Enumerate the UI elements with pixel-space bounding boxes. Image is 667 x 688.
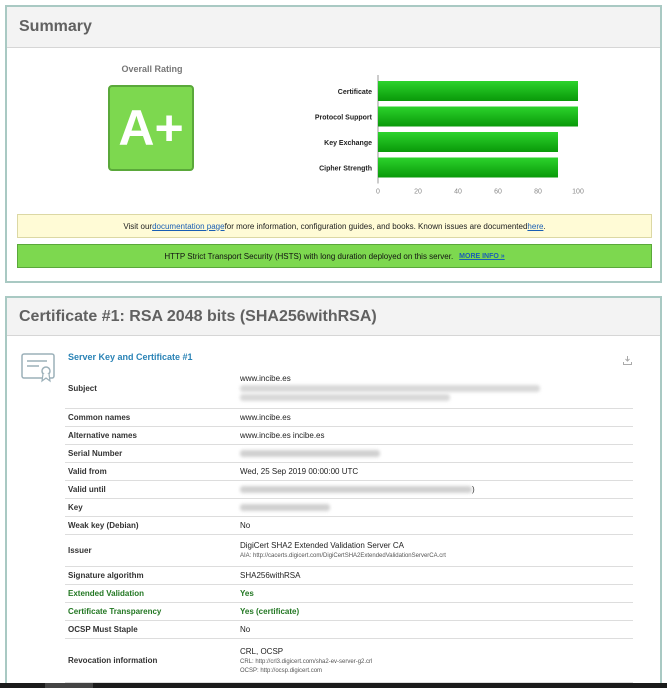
chart-tick-label: 40 (454, 189, 462, 196)
chart-bar (378, 157, 558, 178)
row-label: Alternative names (65, 426, 238, 445)
chart-category-label: Protocol Support (315, 115, 373, 122)
chart-bar (378, 106, 578, 127)
row-value: No (238, 516, 633, 535)
redacted-text (240, 394, 450, 402)
row-label: Serial Number (65, 444, 238, 463)
row-value: Wed, 25 Sep 2019 00:00:00 UTC (238, 462, 633, 481)
certificate-details-table: Subject www.incibe.es Common names www.i… (65, 370, 633, 683)
row-key: Key (65, 498, 633, 517)
row-label: Certificate Transparency (65, 602, 238, 621)
row-issuer: Issuer DigiCert SHA2 Extended Validation… (65, 534, 633, 567)
chart-category-label: Certificate (338, 89, 372, 96)
certificate-icon (21, 353, 55, 383)
notice-text-after: . (543, 221, 546, 231)
row-label: Weak key (Debian) (65, 516, 238, 535)
known-issues-link[interactable]: here (527, 222, 543, 231)
row-alternative-names: Alternative names www.incibe.es incibe.e… (65, 426, 633, 445)
row-common-names: Common names www.incibe.es (65, 408, 633, 427)
chart-bar (378, 132, 558, 152)
certificate-panel: Certificate #1: RSA 2048 bits (SHA256wit… (5, 296, 662, 688)
redacted-text (240, 485, 472, 493)
row-label: Subject (65, 370, 238, 409)
row-label: Extended Validation (65, 584, 238, 603)
issuer-value: DigiCert SHA2 Extended Validation Server… (240, 541, 404, 550)
valid-until-value: ) (472, 484, 475, 494)
summary-title: Summary (19, 18, 92, 35)
redacted-text (240, 449, 380, 457)
row-value: SHA256withRSA (238, 566, 633, 585)
redacted-text (240, 385, 540, 393)
download-icon[interactable] (623, 356, 632, 365)
summary-panel: Summary Overall Rating A+ Certificate Pro… (5, 5, 662, 283)
revocation-value: CRL, OCSP (240, 646, 284, 656)
row-label: Revocation information (65, 638, 238, 683)
row-label: OCSP Must Staple (65, 620, 238, 639)
hsts-text: HTTP Strict Transport Security (HSTS) wi… (164, 251, 454, 261)
chart-bar (378, 81, 578, 101)
revocation-ocsp: OCSP: http://ocsp.digicert.com (240, 667, 323, 674)
row-value: Yes (certificate) (238, 602, 633, 621)
row-value: Yes (238, 584, 633, 603)
certificate-header: Certificate #1: RSA 2048 bits (SHA256wit… (7, 298, 660, 336)
subject-value: www.incibe.es (240, 374, 291, 384)
chart-category-label: Key Exchange (324, 140, 372, 147)
taskbar-button[interactable] (45, 683, 93, 688)
row-extended-validation: Extended Validation Yes (65, 584, 633, 603)
row-label: Signature algorithm (65, 566, 238, 585)
notice-text-middle: for more information, configuration guid… (224, 221, 528, 231)
row-value: CRL, OCSP CRL: http://crl3.digicert.com/… (238, 638, 633, 683)
row-serial-number: Serial Number (65, 444, 633, 463)
revocation-crl: CRL: http://crl3.digicert.com/sha2-ev-se… (240, 658, 373, 665)
row-label: Valid from (65, 462, 238, 481)
row-value (238, 444, 633, 463)
issuer-aia: AIA: http://cacerts.digicert.com/DigiCer… (240, 553, 446, 559)
row-label: Common names (65, 408, 238, 427)
grade-badge: A+ (108, 85, 194, 171)
taskbar (0, 683, 667, 688)
row-label: Key (65, 498, 238, 517)
chart-tick-label: 80 (534, 189, 542, 196)
chart-tick-label: 100 (572, 189, 584, 196)
row-value (238, 498, 633, 517)
row-valid-until: Valid until ) (65, 480, 633, 499)
row-signature-algorithm: Signature algorithm SHA256withRSA (65, 566, 633, 585)
row-label: Valid until (65, 480, 238, 499)
row-subject: Subject www.incibe.es (65, 370, 633, 409)
chart-tick-label: 0 (376, 189, 380, 196)
row-value: www.incibe.es (238, 408, 633, 427)
row-value: DigiCert SHA2 Extended Validation Server… (238, 534, 633, 567)
chart-category-label: Cipher Strength (319, 166, 372, 173)
row-value: No (238, 620, 633, 639)
row-value: www.incibe.es (238, 370, 633, 409)
redacted-text (240, 503, 330, 511)
more-info-link[interactable]: MORE INFO » (459, 253, 505, 260)
notice-text-before: Visit our (123, 221, 153, 231)
chart-tick-label: 20 (414, 189, 422, 196)
row-value: ) (238, 480, 633, 499)
hsts-notice: HTTP Strict Transport Security (HSTS) wi… (17, 244, 652, 268)
row-label: Issuer (65, 534, 238, 567)
row-weak-key: Weak key (Debian) No (65, 516, 633, 535)
documentation-page-link[interactable]: documentation page (152, 222, 225, 231)
row-revocation-information: Revocation information CRL, OCSP CRL: ht… (65, 638, 633, 683)
row-value: www.incibe.es incibe.es (238, 426, 633, 445)
row-certificate-transparency: Certificate Transparency Yes (certificat… (65, 602, 633, 621)
row-valid-from: Valid from Wed, 25 Sep 2019 00:00:00 UTC (65, 462, 633, 481)
rating-bar-chart: Certificate Protocol Support Key Exchange C… (315, 75, 584, 196)
summary-header: Summary (7, 7, 660, 48)
certificate-title: Certificate #1: RSA 2048 bits (SHA256wit… (19, 307, 377, 325)
documentation-notice: Visit our documentation page for more in… (17, 214, 652, 238)
server-key-section-title: Server Key and Certificate #1 (68, 352, 193, 362)
chart-tick-label: 60 (494, 189, 502, 196)
overall-rating-label: Overall Rating (121, 64, 183, 74)
row-ocsp-must-staple: OCSP Must Staple No (65, 620, 633, 639)
